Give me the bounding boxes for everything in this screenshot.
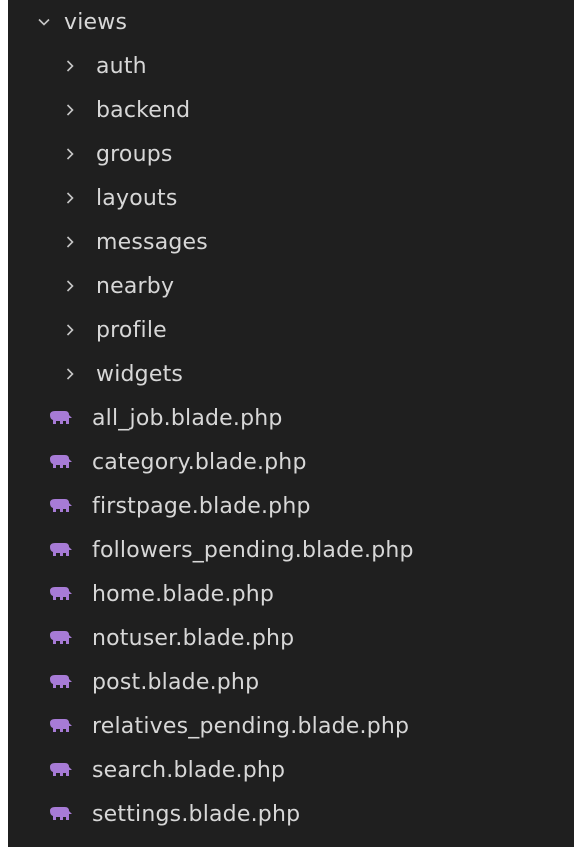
file-label: post.blade.php <box>92 669 260 695</box>
php-elephant-icon <box>48 452 76 472</box>
php-elephant-icon <box>48 804 76 824</box>
folder-profile[interactable]: profile <box>8 308 574 352</box>
file-followers-pending-blade-php[interactable]: followers_pending.blade.php <box>8 528 574 572</box>
file-label: category.blade.php <box>92 449 307 475</box>
folder-label: layouts <box>96 185 178 211</box>
chevron-right-icon <box>60 188 80 208</box>
php-elephant-icon <box>48 540 76 560</box>
file-post-blade-php[interactable]: post.blade.php <box>8 660 574 704</box>
folder-label: groups <box>96 141 173 167</box>
file-relatives-pending-blade-php[interactable]: relatives_pending.blade.php <box>8 704 574 748</box>
php-elephant-icon <box>48 716 76 736</box>
folder-label: views <box>64 9 128 35</box>
php-elephant-icon <box>48 760 76 780</box>
file-label: home.blade.php <box>92 581 275 607</box>
chevron-right-icon <box>60 56 80 76</box>
file-home-blade-php[interactable]: home.blade.php <box>8 572 574 616</box>
file-explorer-tree: views auth backend groups layouts messag… <box>8 0 574 847</box>
folder-label: messages <box>96 229 208 255</box>
chevron-right-icon <box>60 364 80 384</box>
file-firstpage-blade-php[interactable]: firstpage.blade.php <box>8 484 574 528</box>
file-label: firstpage.blade.php <box>92 493 311 519</box>
file-label: notuser.blade.php <box>92 625 295 651</box>
file-notuser-blade-php[interactable]: notuser.blade.php <box>8 616 574 660</box>
file-search-blade-php[interactable]: search.blade.php <box>8 748 574 792</box>
php-elephant-icon <box>48 672 76 692</box>
file-label: followers_pending.blade.php <box>92 537 414 563</box>
file-settings-blade-php[interactable]: settings.blade.php <box>8 792 574 836</box>
file-label: search.blade.php <box>92 757 286 783</box>
chevron-right-icon <box>60 320 80 340</box>
folder-views[interactable]: views <box>8 0 574 44</box>
folder-label: profile <box>96 317 167 343</box>
folder-label: auth <box>96 53 147 79</box>
folder-label: backend <box>96 97 191 123</box>
file-label: all_job.blade.php <box>92 405 283 431</box>
folder-label: widgets <box>96 361 184 387</box>
php-elephant-icon <box>48 408 76 428</box>
chevron-right-icon <box>60 144 80 164</box>
chevron-right-icon <box>60 100 80 120</box>
php-elephant-icon <box>48 628 76 648</box>
folder-messages[interactable]: messages <box>8 220 574 264</box>
php-elephant-icon <box>48 496 76 516</box>
file-label: relatives_pending.blade.php <box>92 713 410 739</box>
folder-backend[interactable]: backend <box>8 88 574 132</box>
file-label: settings.blade.php <box>92 801 301 827</box>
folder-widgets[interactable]: widgets <box>8 352 574 396</box>
folder-auth[interactable]: auth <box>8 44 574 88</box>
folder-label: nearby <box>96 273 175 299</box>
chevron-right-icon <box>60 276 80 296</box>
chevron-down-icon <box>34 12 54 32</box>
file-all-job-blade-php[interactable]: all_job.blade.php <box>8 396 574 440</box>
folder-nearby[interactable]: nearby <box>8 264 574 308</box>
folder-layouts[interactable]: layouts <box>8 176 574 220</box>
php-elephant-icon <box>48 584 76 604</box>
file-category-blade-php[interactable]: category.blade.php <box>8 440 574 484</box>
chevron-right-icon <box>60 232 80 252</box>
folder-groups[interactable]: groups <box>8 132 574 176</box>
